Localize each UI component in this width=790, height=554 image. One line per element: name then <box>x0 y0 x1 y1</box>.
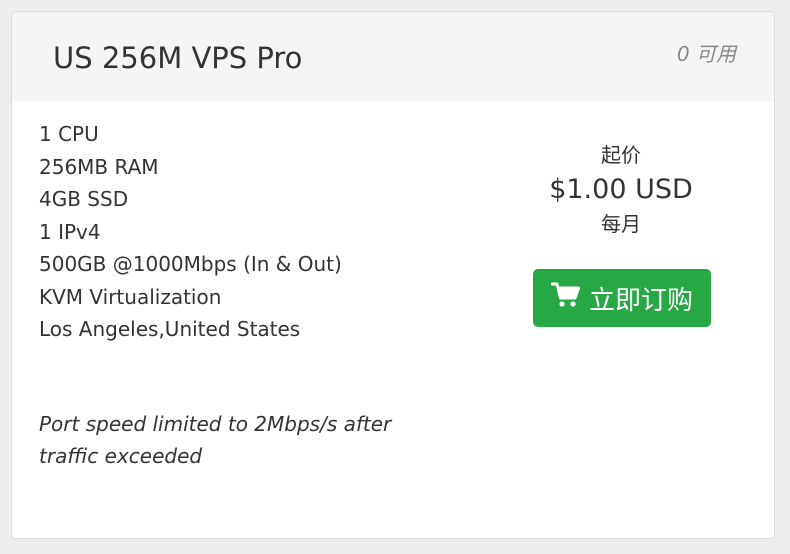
price-cycle: 每月 <box>601 212 641 236</box>
shopping-cart-icon <box>550 282 589 315</box>
feature-item: 4GB SSD <box>39 187 129 211</box>
feature-item: 256MB RAM <box>39 154 159 179</box>
feature-item: 1 IPv4 <box>39 219 101 244</box>
feature-item: 1 CPU <box>39 122 99 146</box>
product-card: US 256M VPS Pro 0 可用 1 CPU 256MB RAM 4GB… <box>11 11 775 539</box>
availability-label: 0 可用 <box>676 42 736 66</box>
feature-item: KVM Virtualization <box>39 284 222 309</box>
feature-item: Los Angeles,United States <box>39 317 301 341</box>
feature-list: 1 CPU 256MB RAM 4GB SSD 1 IPv4 500GB @10… <box>39 118 342 346</box>
order-button-label: 立即订购 <box>588 285 693 316</box>
price-amount: $1.00 USD <box>549 174 693 205</box>
feature-item: 500GB @1000Mbps (In & Out) <box>39 252 342 276</box>
price-prefix: 起价 <box>601 143 641 167</box>
product-title: US 256M VPS Pro <box>53 41 303 75</box>
order-now-button[interactable]: 立即订购 <box>533 269 711 327</box>
card-header: US 256M VPS Pro 0 可用 <box>12 12 774 101</box>
pricing-block: 起价 $1.00 USD 每月 <box>521 142 721 238</box>
product-note: Port speed limited to 2Mbps/s after traf… <box>39 412 392 468</box>
